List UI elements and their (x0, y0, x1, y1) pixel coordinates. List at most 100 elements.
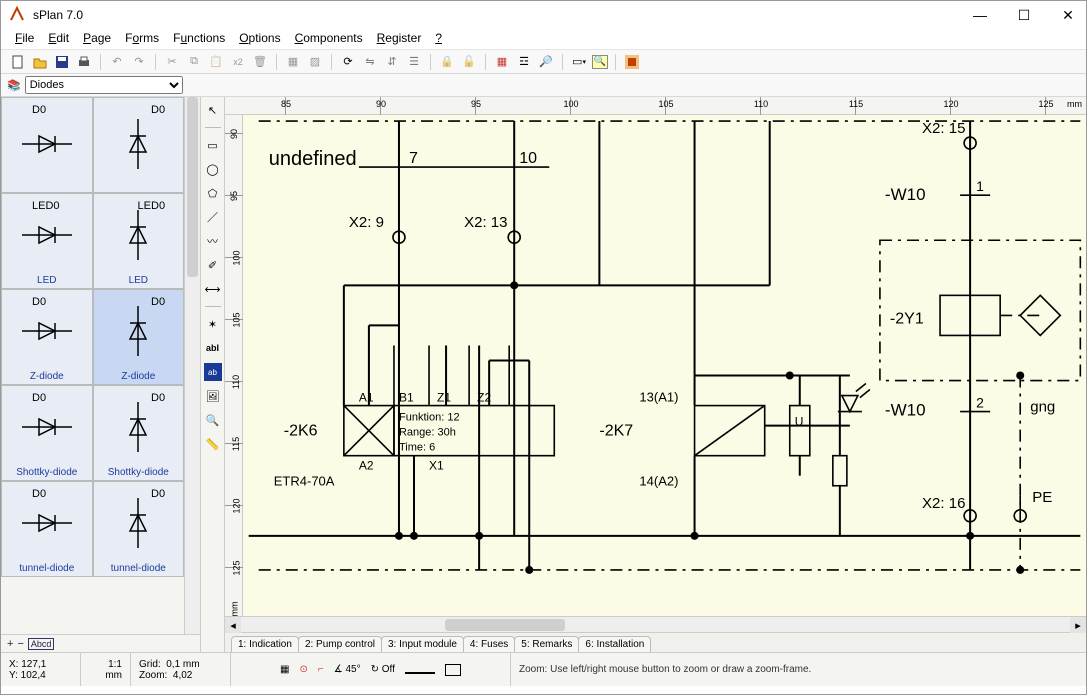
status-x: X: 127,1 (9, 659, 72, 670)
svg-text:gng: gng (1030, 399, 1055, 416)
save-icon[interactable] (53, 53, 71, 71)
library-item[interactable]: D0tunnel-diode (1, 481, 93, 577)
svg-text:U: U (795, 415, 804, 429)
page-tab[interactable]: 5: Remarks (514, 636, 579, 652)
magnet-icon[interactable]: ⊙ (300, 664, 308, 675)
angle-icon[interactable]: ∡ 45° (334, 664, 361, 675)
library-footer: + − Abcd (1, 634, 200, 652)
svg-text:10: 10 (519, 149, 537, 167)
dimension-tool-icon[interactable]: ⟷ (204, 280, 222, 298)
library-item[interactable]: D0Shottky-diode (93, 385, 185, 481)
search-icon[interactable]: 🔎 (537, 53, 555, 71)
library-item[interactable]: D0Z-diode (1, 289, 93, 385)
status-hint: Zoom: Use left/right mouse button to zoo… (511, 664, 1086, 675)
menu-bar: File Edit Page Forms Functions Options C… (1, 29, 1086, 50)
lock-icon[interactable]: 🔒 (438, 53, 456, 71)
page-tab[interactable]: 4: Fuses (463, 636, 515, 652)
svg-text:X1: X1 (429, 459, 444, 473)
menu-edit[interactable]: Edit (48, 31, 69, 45)
print-icon[interactable] (75, 53, 93, 71)
layers-icon[interactable]: ▭▾ (570, 53, 588, 71)
textlabel-tool-icon[interactable]: ab (204, 363, 222, 381)
unlock-icon[interactable]: 🔓 (460, 53, 478, 71)
footer-abcd[interactable]: Abcd (28, 638, 55, 650)
corner-icon[interactable]: ⌐ (318, 664, 324, 675)
zoom-tool-icon[interactable]: 🔍 (204, 411, 222, 429)
bezier-tool-icon[interactable]: 〰 (204, 232, 222, 250)
svg-text:Z1: Z1 (437, 391, 451, 405)
mirror-v-icon[interactable]: ⇵ (383, 53, 401, 71)
menu-functions[interactable]: Functions (173, 31, 225, 45)
svg-text:Time: 6: Time: 6 (399, 442, 435, 454)
linewidth-swatch[interactable] (405, 672, 435, 674)
menu-page[interactable]: Page (83, 31, 111, 45)
snapgrid-icon[interactable]: ▦ (280, 664, 289, 675)
page-tab[interactable]: 2: Pump control (298, 636, 382, 652)
poly-tool-icon[interactable]: ⬠ (204, 184, 222, 202)
library-item[interactable]: D0tunnel-diode (93, 481, 185, 577)
ungroup-icon[interactable]: ▨ (306, 53, 324, 71)
rect-tool-icon[interactable]: ▭ (204, 136, 222, 154)
page-tab[interactable]: 6: Installation (578, 636, 651, 652)
image-tool-icon[interactable]: 🖼 (204, 387, 222, 405)
cursor-tool-icon[interactable]: ↖ (204, 101, 222, 119)
rubber-off[interactable]: ↻ Off (371, 664, 395, 675)
text-tool-icon[interactable]: abI (204, 339, 222, 357)
ruler-horizontal: mm859095100105110115120125 (225, 97, 1086, 115)
delete-icon[interactable]: 🗑 (251, 53, 269, 71)
schematic-canvas[interactable]: undefined710X2: 9X2: 13-2K6ETR4-70AA1A2B… (243, 115, 1086, 616)
library-select[interactable]: Diodes (25, 76, 183, 94)
status-scale: 1:1 (89, 659, 122, 670)
undo-icon[interactable]: ↶ (108, 53, 126, 71)
grid-icon[interactable]: ▦ (493, 53, 511, 71)
copy-icon[interactable]: ⧉ (185, 53, 203, 71)
paste-icon[interactable]: 📋 (207, 53, 225, 71)
page-tab[interactable]: 3: Input module (381, 636, 464, 652)
menu-forms[interactable]: Forms (125, 31, 159, 45)
footer-plus[interactable]: + (7, 638, 13, 650)
mirror-h-icon[interactable]: ⇋ (361, 53, 379, 71)
extra-icon[interactable] (623, 53, 641, 71)
menu-register[interactable]: Register (377, 31, 422, 45)
canvas-hscroll[interactable]: ◂▸ (225, 616, 1086, 632)
duplicate-icon[interactable]: x2 (229, 53, 247, 71)
minimize-button[interactable]: ― (970, 7, 990, 24)
svg-text:A1: A1 (359, 391, 374, 405)
library-item[interactable]: D0 (93, 97, 185, 193)
new-icon[interactable] (9, 53, 27, 71)
open-icon[interactable] (31, 53, 49, 71)
menu-options[interactable]: Options (239, 31, 280, 45)
fill-swatch[interactable] (445, 664, 461, 676)
library-item[interactable]: D0Shottky-diode (1, 385, 93, 481)
app-title: sPlan 7.0 (33, 8, 83, 22)
menu-file[interactable]: File (15, 31, 34, 45)
redo-icon[interactable]: ↷ (130, 53, 148, 71)
close-button[interactable]: ✕ (1058, 7, 1078, 24)
align-icon[interactable]: ☰ (405, 53, 423, 71)
svg-text:13(A1): 13(A1) (639, 390, 678, 405)
library-scrollbar[interactable] (184, 97, 200, 634)
status-unit: mm (89, 670, 122, 681)
list-icon[interactable]: ☲ (515, 53, 533, 71)
tool-column: ↖ ▭ ◯ ⬠ ／ 〰 ✐ ⟷ ✶ abI ab 🖼 🔍 📏 (201, 97, 225, 652)
maximize-button[interactable]: ☐ (1014, 7, 1034, 24)
library-item[interactable]: D0Z-diode (93, 289, 185, 385)
page-tab[interactable]: 1: Indication (231, 636, 299, 652)
cut-icon[interactable]: ✂ (163, 53, 181, 71)
node-tool-icon[interactable]: ✶ (204, 315, 222, 333)
menu-components[interactable]: Components (295, 31, 363, 45)
footer-minus[interactable]: − (17, 638, 23, 650)
freehand-tool-icon[interactable]: ✐ (204, 256, 222, 274)
line-tool-icon[interactable]: ／ (204, 208, 222, 226)
circle-tool-icon[interactable]: ◯ (204, 160, 222, 178)
group-icon[interactable]: ▦ (284, 53, 302, 71)
menu-help[interactable]: ? (435, 31, 442, 45)
svg-text:X2: 13: X2: 13 (464, 214, 507, 231)
svg-text:Funktion: 12: Funktion: 12 (399, 412, 460, 424)
library-item[interactable]: LED0LED (1, 193, 93, 289)
measure-tool-icon[interactable]: 📏 (204, 435, 222, 453)
library-item[interactable]: LED0LED (93, 193, 185, 289)
zoom-fit-icon[interactable]: 🔍 (592, 55, 608, 69)
library-item[interactable]: D0 (1, 97, 93, 193)
rotate-icon[interactable]: ⟳ (339, 53, 357, 71)
